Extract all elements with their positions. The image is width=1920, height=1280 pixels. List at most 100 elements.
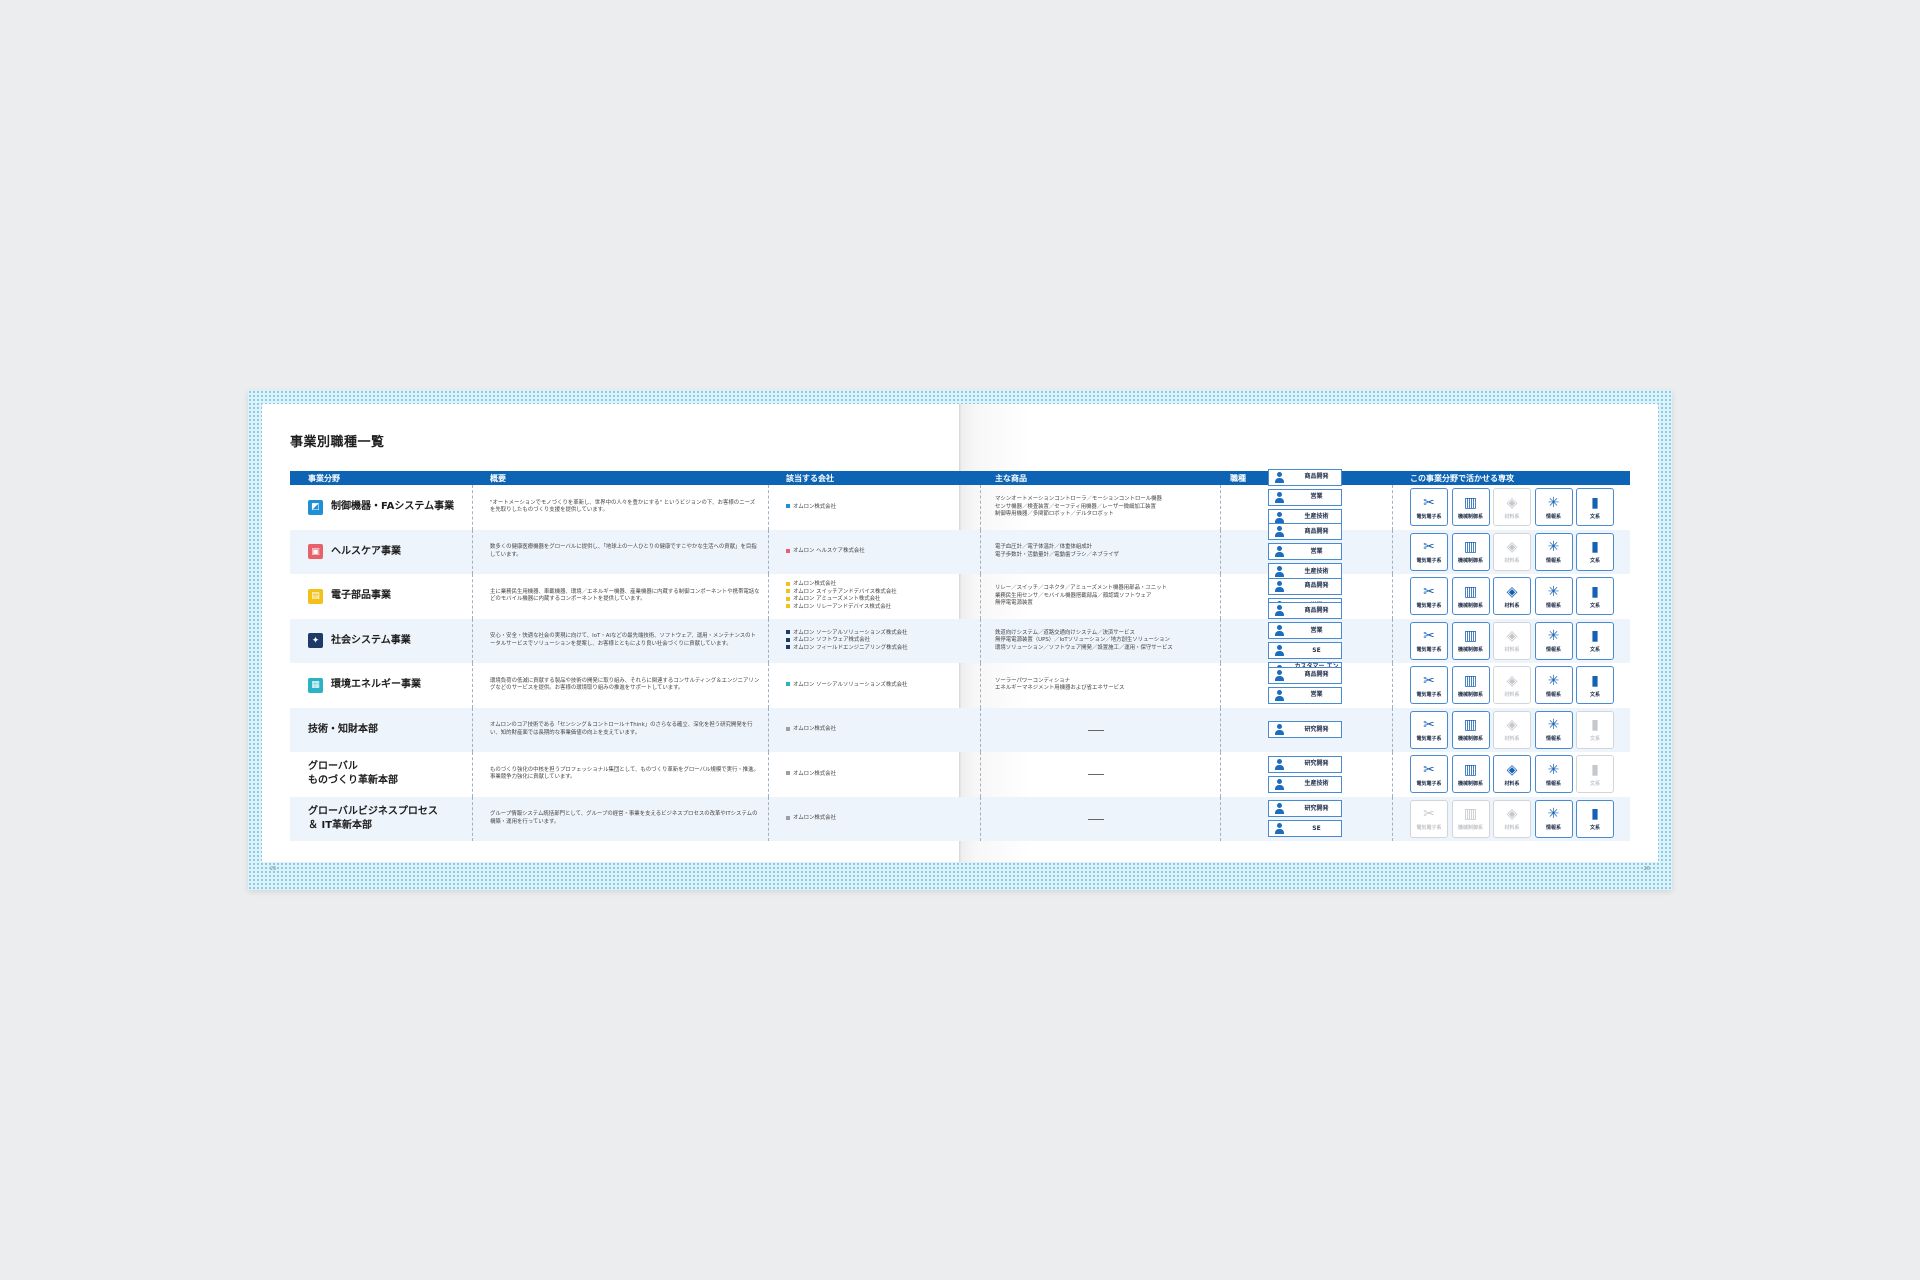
control-panel-icon: ▥ xyxy=(1463,672,1478,689)
company-list: オムロン ソーシアルソリューションズ株式会社 xyxy=(786,663,971,708)
job-type-badge: SE xyxy=(1268,642,1342,660)
job-type-label: 商品開発 xyxy=(1304,606,1329,614)
company-color-marker xyxy=(786,596,790,601)
major-label: 電気電子系 xyxy=(1416,736,1442,742)
major-badge: ✳ 情報系 xyxy=(1534,710,1573,749)
business-field-icon: ◩ xyxy=(308,499,323,515)
major-badge: ◈ 材料系 xyxy=(1493,755,1531,794)
wrench-screwdriver-icon: ✂ xyxy=(1423,628,1435,644)
company-name: オムロン株式会社 xyxy=(793,770,836,777)
column-divider xyxy=(768,574,769,619)
business-field: ▦ 環境エネルギー事業 xyxy=(308,663,421,708)
applicable-majors: ✂ 電気電子系 ▥ 機械制御系 ◈ 材料系 ✳ 情報系 ▮ 文系 xyxy=(1410,797,1614,842)
column-divider xyxy=(1392,618,1393,663)
company-name: オムロン ソーシアルソリューションズ株式会社 xyxy=(793,629,908,636)
book-icon: ▮ xyxy=(1591,717,1599,733)
major-badge: ✳ 情報系 xyxy=(1534,577,1573,616)
column-divider xyxy=(1392,485,1393,530)
table-header: 事業分野 概要 該当する会社 主な商品 職種 この事業分野で活かせる専攻 xyxy=(290,471,1630,485)
book-icon: ▮ xyxy=(1591,494,1599,511)
job-type-badge: 生産技術 xyxy=(1268,775,1342,793)
business-field-label: 環境エネルギー事業 xyxy=(331,679,421,691)
job-types: 商品開発 営業 生産技術 xyxy=(1230,523,1380,581)
major-label: 材料系 xyxy=(1504,825,1520,831)
major-label: 機械制御系 xyxy=(1457,558,1483,564)
major-badge: ◈ 材料系 xyxy=(1493,799,1531,838)
column-divider xyxy=(980,796,981,841)
major-badge: ▥ 機械制御系 xyxy=(1451,710,1490,749)
company-name: オムロン ヘルスケア株式会社 xyxy=(793,548,865,554)
column-divider xyxy=(1220,618,1221,663)
business-field-icon: ▦ xyxy=(308,677,323,693)
wrench-screwdriver-icon: ✂ xyxy=(1423,539,1435,555)
column-divider xyxy=(980,752,981,797)
company-color-marker xyxy=(786,548,790,553)
business-field: 技術・知財本部 xyxy=(308,708,378,753)
person-icon xyxy=(1273,778,1286,790)
business-summary: ものづくり強化の中核を担うプロフェッショナル集団として、ものづくり革新をグローバ… xyxy=(490,766,759,781)
control-panel-icon: ▥ xyxy=(1463,806,1478,822)
company-list: オムロン株式会社 xyxy=(786,708,971,753)
column-divider xyxy=(1392,796,1393,841)
major-badge: ▮ 文系 xyxy=(1576,532,1614,571)
major-badge: ◈ 材料系 xyxy=(1493,532,1531,571)
table-row: ◩ 制御機器・FAシステム事業 "オートメーションでモノづくりを革新し、世界中の人々… xyxy=(290,468,1630,546)
business-summary: グループ情報システム統括部門として、グループの経営・事業を支えるビジネスプロセス… xyxy=(490,811,758,825)
network-icon: ✳ xyxy=(1547,761,1560,778)
major-badge: ▮ 文系 xyxy=(1576,799,1614,838)
major-label: 情報系 xyxy=(1545,825,1561,831)
major-badge: ◈ 材料系 xyxy=(1493,710,1531,749)
major-label: 機械制御系 xyxy=(1457,602,1483,609)
major-label: 文系 xyxy=(1589,513,1600,520)
major-badge: ▮ 文系 xyxy=(1576,710,1614,749)
company-color-marker xyxy=(786,726,790,731)
applicable-majors: ✂ 電気電子系 ▥ 機械制御系 ◈ 材料系 ✳ 情報系 ▮ 文系 xyxy=(1410,708,1614,753)
layers-icon: ◈ xyxy=(1506,583,1518,600)
major-badge: ◈ 材料系 xyxy=(1493,666,1531,705)
company-list: オムロン株式会社 xyxy=(786,797,971,842)
company-color-marker xyxy=(786,637,790,642)
job-types: 商品開発営業SEカスタマー エンジニア xyxy=(1230,602,1380,680)
major-label: 情報系 xyxy=(1545,780,1561,787)
business-field: グローバルビジネスプロセス ＆ IT革新本部 xyxy=(308,797,438,842)
company-item: オムロン株式会社 xyxy=(786,815,971,823)
control-panel-icon: ▥ xyxy=(1463,761,1478,778)
column-divider xyxy=(1392,574,1393,619)
business-field-label: 電子部品事業 xyxy=(331,590,391,602)
company-name: オムロン株式会社 xyxy=(793,726,836,732)
company-color-marker xyxy=(786,504,790,508)
column-divider xyxy=(1392,707,1393,752)
business-field: グローバル ものづくり革新本部 xyxy=(308,752,398,797)
header-skills: この事業分野で活かせる専攻 xyxy=(1410,474,1514,483)
page-number-left: 25 xyxy=(270,866,277,872)
job-type-badge: 商品開発 xyxy=(1268,666,1342,684)
column-divider xyxy=(472,796,473,841)
person-icon xyxy=(1273,669,1286,681)
no-products-dash xyxy=(1088,818,1104,820)
job-type-label: 商品開発 xyxy=(1304,527,1329,535)
company-item: オムロン ヘルスケア株式会社 xyxy=(786,548,971,556)
table-row: ▤ 電子部品事業 主に業務民生用機器、車載機器、環境／エネルギー機器、産業機器に内蔵… xyxy=(290,574,1630,619)
company-name: オムロン株式会社 xyxy=(793,581,836,588)
column-divider xyxy=(980,485,981,530)
applicable-majors: ✂ 電気電子系 ▥ 機械制御系 ◈ 材料系 ✳ 情報系 ▮ 文系 xyxy=(1410,619,1614,664)
job-type-badge: 営業 xyxy=(1268,543,1342,561)
column-divider xyxy=(1392,529,1393,574)
major-badge: ✂ 電気電子系 xyxy=(1410,799,1448,838)
job-type-badge: 商品開発 xyxy=(1268,468,1342,486)
applicable-majors: ✂ 電気電子系 ▥ 機械制御系 ◈ 材料系 ✳ 情報系 ▮ 文系 xyxy=(1410,752,1614,797)
company-list: オムロン ソーシアルソリューションズ株式会社 オムロン ソフトウェア株式会社 オムロ… xyxy=(786,619,971,664)
major-label: 材料系 xyxy=(1504,513,1520,520)
column-divider xyxy=(980,707,981,752)
control-panel-icon: ▥ xyxy=(1463,539,1478,555)
company-list: オムロン株式会社 xyxy=(786,485,971,530)
major-badge: ◈ 材料系 xyxy=(1493,621,1531,660)
business-field-label: 技術・知財本部 xyxy=(308,723,378,735)
major-label: 電気電子系 xyxy=(1416,558,1442,564)
major-label: 材料系 xyxy=(1504,647,1520,653)
job-types: 研究開発 xyxy=(1230,708,1380,753)
major-label: 文系 xyxy=(1589,558,1600,564)
layers-icon: ◈ xyxy=(1506,761,1518,778)
major-badge: ✂ 電気電子系 xyxy=(1410,710,1448,749)
network-icon: ✳ xyxy=(1547,539,1560,555)
